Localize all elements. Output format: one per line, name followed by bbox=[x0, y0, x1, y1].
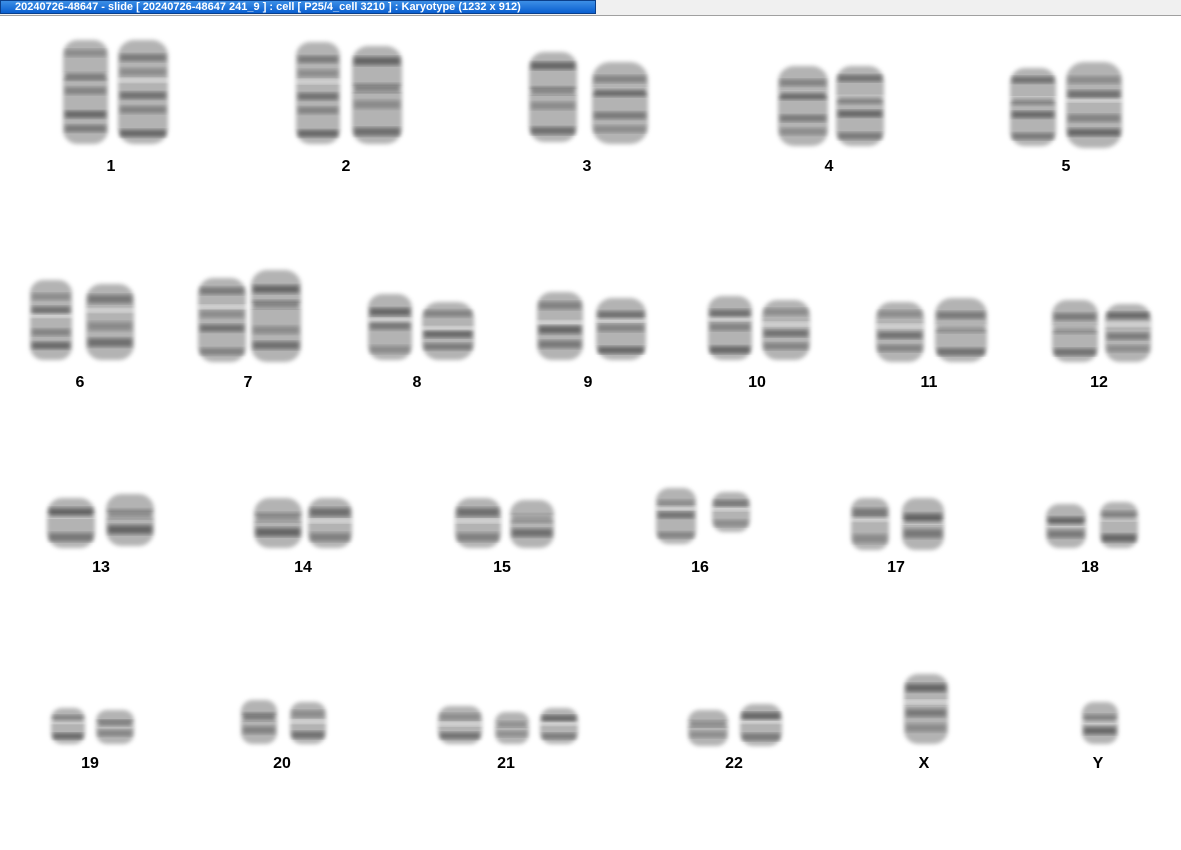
chromosome-label: Y bbox=[1092, 755, 1104, 772]
window-title-tab[interactable]: 20240726-48647 - slide [ 20240726-48647 … bbox=[0, 0, 596, 14]
chromosome-images bbox=[1080, 702, 1120, 744]
title-strip: 20240726-48647 - slide [ 20240726-48647 … bbox=[0, 0, 1181, 16]
karyotype-canvas: 1 2 3 4 5 6 7 8 9 10 11 12 13 14 15 16 17 18 19 20 21 22 X Y bbox=[0, 16, 1181, 850]
chromosome bbox=[1080, 702, 1120, 744]
